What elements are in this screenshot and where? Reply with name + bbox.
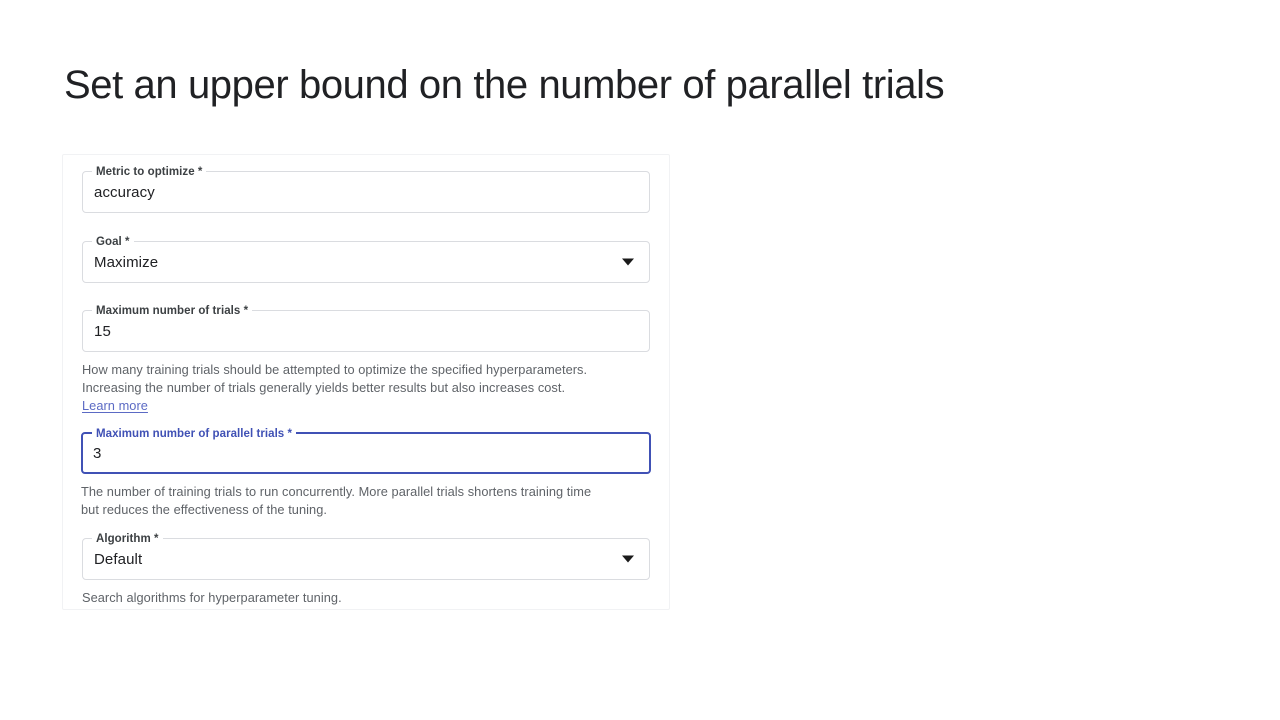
helper-line: The number of training trials to run con…	[81, 484, 592, 499]
hyperparameter-tuning-form-panel: Metric to optimize * accuracy Goal * Max…	[62, 154, 670, 610]
maximum-number-of-trials-value: 15	[94, 322, 111, 340]
metric-to-optimize-value: accuracy	[94, 183, 155, 201]
field-goal: Goal * Maximize	[82, 234, 650, 283]
helper-line: Increasing the number of trials generall…	[82, 379, 566, 395]
maximum-number-of-parallel-trials-value: 3	[93, 444, 102, 462]
maximum-number-of-trials-input[interactable]: Maximum number of trials * 15	[82, 303, 650, 352]
helper-line: but reduces the effectiveness of the tun…	[81, 501, 327, 517]
helper-line: Search algorithms for hyperparameter tun…	[82, 590, 342, 605]
algorithm-helper-text: Search algorithms for hyperparameter tun…	[82, 589, 650, 607]
goal-value: Maximize	[94, 253, 159, 271]
algorithm-value: Default	[94, 550, 143, 568]
maximum-number-of-parallel-trials-helper-text: The number of training trials to run con…	[81, 483, 651, 518]
page-title: Set an upper bound on the number of para…	[64, 63, 945, 107]
field-maximum-number-of-trials: Maximum number of trials * 15 How many t…	[82, 303, 650, 415]
maximum-number-of-trials-helper-text: How many training trials should be attem…	[82, 361, 650, 415]
maximum-number-of-parallel-trials-input[interactable]: Maximum number of parallel trials * 3	[81, 426, 651, 474]
helper-line: How many training trials should be attem…	[82, 362, 588, 377]
field-algorithm: Algorithm * Default Search algorithms fo…	[82, 531, 650, 607]
chevron-down-icon[interactable]	[622, 555, 634, 563]
field-maximum-number-of-parallel-trials: Maximum number of parallel trials * 3 Th…	[81, 426, 651, 518]
goal-select[interactable]: Goal * Maximize	[82, 234, 650, 283]
algorithm-select[interactable]: Algorithm * Default	[82, 531, 650, 580]
metric-to-optimize-input[interactable]: Metric to optimize * accuracy	[82, 164, 650, 213]
field-metric-to-optimize: Metric to optimize * accuracy	[82, 164, 650, 213]
chevron-down-icon[interactable]	[622, 258, 634, 266]
slide-root: Set an upper bound on the number of para…	[0, 0, 1280, 720]
learn-more-link[interactable]: Learn more	[82, 397, 148, 415]
